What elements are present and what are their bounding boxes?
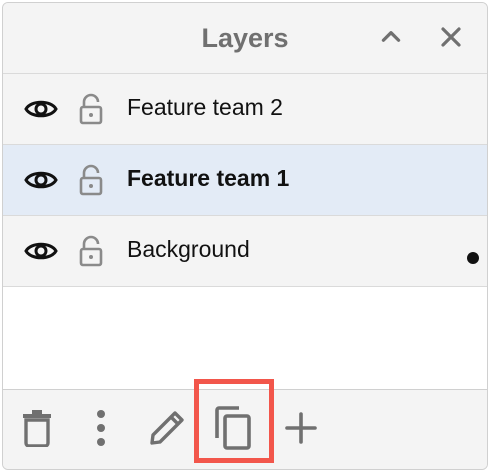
layer-row-feature-team-1[interactable]: Feature team 1: [3, 145, 487, 216]
eye-icon: [24, 171, 58, 189]
pencil-icon: [150, 411, 184, 445]
close-icon: [441, 27, 461, 47]
layer-name: Feature team 2: [127, 94, 283, 120]
duplicate-layer-button[interactable]: [211, 406, 255, 450]
lock-toggle[interactable]: [77, 233, 105, 269]
layer-row-background[interactable]: Background: [3, 216, 487, 287]
unlock-icon: [79, 93, 103, 125]
unlock-icon: [79, 235, 103, 267]
add-layer-button[interactable]: [279, 406, 323, 450]
layers-panel: Layers Feature team 2 Feature team 1 Bac…: [2, 2, 488, 470]
more-vertical-icon: [97, 410, 105, 446]
plus-icon: [285, 412, 317, 444]
visibility-toggle[interactable]: [23, 94, 59, 124]
current-layer-indicator: [467, 252, 479, 264]
eye-icon: [24, 242, 58, 260]
unlock-icon: [79, 164, 103, 196]
eye-icon: [24, 100, 58, 118]
layer-list: Feature team 2 Feature team 1 Background: [3, 74, 487, 287]
layers-toolbar: [3, 390, 487, 469]
layer-name: Background: [127, 236, 250, 262]
collapse-button[interactable]: [375, 21, 407, 53]
layer-list-empty-area: [3, 287, 487, 390]
delete-layer-button[interactable]: [15, 406, 59, 450]
chevron-up-icon: [381, 31, 401, 42]
layer-row-feature-team-2[interactable]: Feature team 2: [3, 74, 487, 145]
visibility-toggle[interactable]: [23, 165, 59, 195]
edit-layer-button[interactable]: [145, 406, 189, 450]
lock-toggle[interactable]: [77, 162, 105, 198]
layer-name: Feature team 1: [127, 165, 290, 191]
duplicate-icon: [215, 406, 251, 450]
close-button[interactable]: [435, 21, 467, 53]
panel-title: Layers: [201, 23, 289, 53]
panel-header: Layers: [3, 3, 487, 74]
more-options-button[interactable]: [79, 406, 123, 450]
trash-icon: [23, 410, 51, 447]
visibility-toggle[interactable]: [23, 236, 59, 266]
lock-toggle[interactable]: [77, 91, 105, 127]
